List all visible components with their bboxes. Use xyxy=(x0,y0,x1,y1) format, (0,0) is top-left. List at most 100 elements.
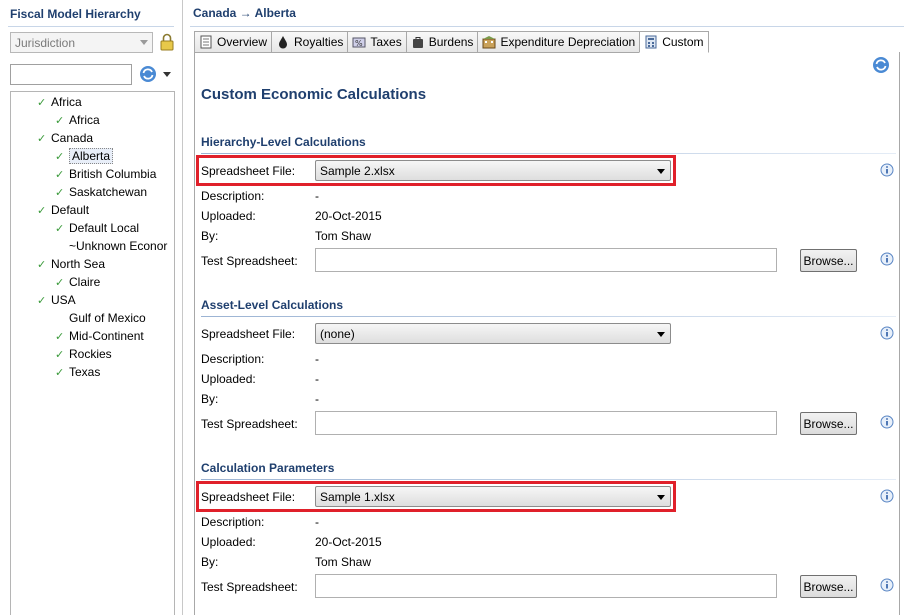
check-icon: ✓ xyxy=(55,331,65,343)
spreadsheet-file-value: Sample 2.xlsx xyxy=(320,164,395,178)
tree-node[interactable]: ✓ British Columbia xyxy=(55,165,156,183)
description-value: - xyxy=(315,515,319,529)
spreadsheet-file-select-asset[interactable]: (none) xyxy=(315,323,671,344)
browse-button-asset[interactable]: Browse... xyxy=(800,412,857,435)
check-icon: ✓ xyxy=(55,277,65,289)
jurisdiction-select[interactable]: Jurisdiction xyxy=(10,32,153,53)
chevron-down-icon xyxy=(140,40,148,45)
section-title: Calculation Parameters xyxy=(201,461,335,475)
tree-node-label: Mid-Continent xyxy=(69,329,144,343)
tree-node-label: North Sea xyxy=(51,257,106,271)
description-label: Description: xyxy=(201,189,265,203)
tree-node-label: Alberta xyxy=(69,148,114,164)
tree-filter-input[interactable] xyxy=(10,64,132,85)
tab-taxes[interactable]: % Taxes xyxy=(347,31,406,53)
chevron-down-icon xyxy=(657,332,665,337)
lock-icon[interactable] xyxy=(160,33,174,51)
tree-node[interactable]: ✓ Africa xyxy=(55,111,100,129)
section-title: Asset-Level Calculations xyxy=(201,298,344,312)
check-icon: ✓ xyxy=(55,223,65,235)
tree-node-label: ~Unknown Econor xyxy=(69,239,168,253)
tree-node[interactable]: ✓ Texas xyxy=(55,363,100,381)
refresh-icon[interactable] xyxy=(139,65,157,83)
check-icon: ✓ xyxy=(55,151,65,163)
spreadsheet-file-label: Spreadsheet File: xyxy=(201,164,296,178)
test-spreadsheet-label: Test Spreadsheet: xyxy=(201,417,298,431)
section-divider xyxy=(201,316,896,317)
fiscal-model-hierarchy-panel: Fiscal Model Hierarchy Jurisdiction ✓ Afr… xyxy=(0,0,183,615)
info-icon[interactable] xyxy=(880,578,894,592)
by-value: Tom Shaw xyxy=(315,555,372,569)
refresh-icon[interactable] xyxy=(872,56,890,74)
spreadsheet-file-label: Spreadsheet File: xyxy=(201,490,296,504)
tree-node-label: Texas xyxy=(69,365,101,379)
tab-royalties[interactable]: Royalties xyxy=(271,31,348,53)
tree-node[interactable]: ✓ Africa xyxy=(37,93,82,111)
description-label: Description: xyxy=(201,515,265,529)
description-label: Description: xyxy=(201,352,265,366)
spreadsheet-file-select-parameters[interactable]: Sample 1.xlsx xyxy=(315,486,671,507)
description-value: - xyxy=(315,189,319,203)
tree-node-label: Gulf of Mexico xyxy=(69,311,146,325)
tree-node-label: Africa xyxy=(69,113,100,127)
tree-node[interactable]: ✓ Canada xyxy=(37,129,93,147)
uploaded-value: 20-Oct-2015 xyxy=(315,209,382,223)
browse-button-hierarchy[interactable]: Browse... xyxy=(800,249,857,272)
tree-node[interactable]: Gulf of Mexico xyxy=(55,309,146,327)
tab-custom[interactable]: Custom xyxy=(639,31,709,53)
uploaded-label: Uploaded: xyxy=(201,535,256,549)
editor-panel: Canada → Alberta Overview Royalties % Ta… xyxy=(190,0,904,615)
info-icon[interactable] xyxy=(880,252,894,266)
chevron-down-icon xyxy=(657,169,665,174)
hierarchy-tree[interactable]: ✓ Africa ✓ Africa ✓ Canada ✓ Alberta ✓ British Co… xyxy=(10,91,175,615)
tree-node-label: Claire xyxy=(69,275,101,289)
tree-node-label: USA xyxy=(51,293,76,307)
section-title: Hierarchy-Level Calculations xyxy=(201,135,366,149)
tab-expenditure-depreciation[interactable]: Expenditure Depreciation xyxy=(477,31,640,53)
editor-divider xyxy=(190,26,904,27)
tree-node[interactable]: ✓ Claire xyxy=(55,273,100,291)
tree-node-label: British Columbia xyxy=(69,167,157,181)
tree-node[interactable]: ~Unknown Econor xyxy=(55,237,167,255)
uploaded-label: Uploaded: xyxy=(201,372,256,386)
uploaded-value: 20-Oct-2015 xyxy=(315,535,382,549)
tab-burdens[interactable]: Burdens xyxy=(405,31,478,53)
oil-drop-icon xyxy=(279,36,288,49)
tree-node[interactable]: ✓ North Sea xyxy=(37,255,105,273)
info-icon[interactable] xyxy=(880,163,894,177)
tree-node-label: Canada xyxy=(51,131,94,145)
check-icon: ✓ xyxy=(55,169,65,181)
view-menu-dropdown-icon[interactable] xyxy=(163,72,171,77)
check-icon: ✓ xyxy=(37,133,47,145)
info-icon[interactable] xyxy=(880,489,894,503)
test-spreadsheet-input-parameters[interactable] xyxy=(315,574,777,598)
test-spreadsheet-input-hierarchy[interactable] xyxy=(315,248,777,272)
tree-node[interactable]: ✓ Rockies xyxy=(55,345,112,363)
panel-title: Fiscal Model Hierarchy xyxy=(10,7,141,21)
tree-node-label: Saskatchewan xyxy=(69,185,148,199)
test-spreadsheet-input-asset[interactable] xyxy=(315,411,777,435)
by-label: By: xyxy=(201,555,219,569)
by-label: By: xyxy=(201,229,219,243)
tab-overview[interactable]: Overview xyxy=(194,31,272,53)
tree-node-label: Africa xyxy=(51,95,82,109)
jurisdiction-select-value: Jurisdiction xyxy=(15,36,76,50)
check-icon: ✓ xyxy=(37,295,47,307)
tree-node[interactable]: ✓ Mid-Continent xyxy=(55,327,144,345)
browse-button-parameters[interactable]: Browse... xyxy=(800,575,857,598)
info-icon[interactable] xyxy=(880,326,894,340)
tree-node[interactable]: ✓ Saskatchewan xyxy=(55,183,147,201)
tree-node[interactable]: ✓ Default xyxy=(37,201,89,219)
svg-text:%: % xyxy=(355,39,363,48)
tree-node[interactable]: ✓ Alberta xyxy=(55,147,114,165)
calculator-icon xyxy=(645,35,657,49)
tab-label: Burdens xyxy=(428,35,474,49)
spreadsheet-file-select-hierarchy[interactable]: Sample 2.xlsx xyxy=(315,160,671,181)
uploaded-label: Uploaded: xyxy=(201,209,256,223)
by-label: By: xyxy=(201,392,219,406)
spreadsheet-file-value: (none) xyxy=(320,327,355,341)
tree-node[interactable]: ✓ USA xyxy=(37,291,76,309)
tree-node[interactable]: ✓ Default Local xyxy=(55,219,139,237)
info-icon[interactable] xyxy=(880,415,894,429)
page-title: Custom Economic Calculations xyxy=(201,86,427,103)
